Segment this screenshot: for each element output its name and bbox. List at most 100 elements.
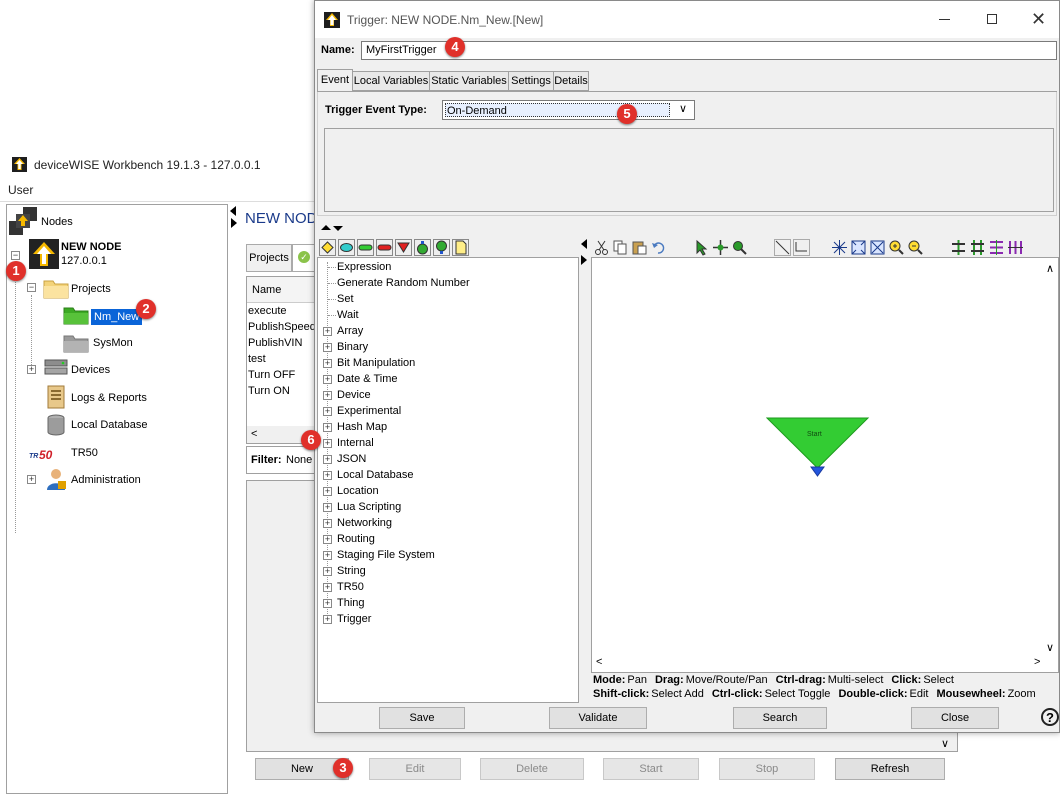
split-down-arrow-icon[interactable] [333,226,343,231]
tab-static-variables[interactable]: Static Variables [429,71,509,91]
cut-icon[interactable] [593,239,610,256]
palette-collapse-left-icon[interactable] [581,239,587,249]
align-h-icon[interactable] [950,239,967,256]
tree-item-local-db[interactable]: Local Database [71,419,147,431]
zoom-icon[interactable] [731,239,748,256]
diamond-shape-icon[interactable] [319,239,336,256]
palette-item[interactable]: + Thing [318,595,568,611]
pointer-icon[interactable] [693,239,710,256]
expand-icon[interactable]: + [323,535,332,544]
expand-icon[interactable]: + [323,359,332,368]
tree-item-sysmon[interactable]: SysMon [93,337,133,349]
list-item[interactable]: PublishSpeed [247,319,316,335]
tree-item-tr50[interactable]: TR50 [71,447,98,459]
pan-icon[interactable] [712,239,729,256]
trigger-canvas[interactable]: Start ∧ ∨ < > [591,257,1059,673]
expand-icon[interactable]: + [323,375,332,384]
refresh-button[interactable]: Refresh [835,758,945,780]
tree-item-logs[interactable]: Logs & Reports [71,392,147,404]
collapse-node-icon[interactable]: − [11,251,20,260]
expand-icon[interactable]: + [323,615,332,624]
expand-devices-icon[interactable]: + [27,365,36,374]
validate-button[interactable]: Validate [549,707,647,729]
scroll-up-icon[interactable]: ∧ [1046,262,1054,275]
expand-icon[interactable]: + [323,343,332,352]
fit-icon[interactable] [850,239,867,256]
distribute-icon[interactable] [988,239,1005,256]
palette-item[interactable]: + Lua Scripting [318,499,568,515]
palette-item[interactable]: Wait [318,307,568,323]
collapse-projects-icon[interactable]: − [27,283,36,292]
tab-local-variables[interactable]: Local Variables [352,71,430,91]
ellipse-shape-icon[interactable] [338,239,355,256]
line-icon[interactable] [774,239,791,256]
red-triangle-icon[interactable] [395,239,412,256]
copy-icon[interactable] [612,239,629,256]
minimize-icon[interactable] [939,19,950,20]
list-item[interactable]: Turn ON [247,383,315,399]
elbow-line-icon[interactable] [793,239,810,256]
align-grid-icon[interactable] [969,239,986,256]
scroll-left-icon[interactable]: < [596,656,602,668]
palette-item[interactable]: + Trigger [318,611,568,627]
scroll-down-icon[interactable]: ∨ [1046,641,1054,654]
tree-root-label[interactable]: Nodes [41,216,73,228]
close-icon[interactable]: ✕ [1031,9,1046,29]
expand-icon[interactable]: + [323,455,332,464]
palette-item[interactable]: + Routing [318,531,568,547]
menu-user[interactable]: User [8,183,33,197]
palette-item[interactable]: Set [318,291,568,307]
tree-item-devices[interactable]: Devices [71,364,110,376]
palette-item[interactable]: + Internal [318,435,568,451]
scroll-right-icon[interactable]: > [1034,656,1040,668]
expand-icon[interactable]: + [323,487,332,496]
scroll-left-arrow-icon[interactable]: < [251,428,257,440]
palette-item[interactable]: + Binary [318,339,568,355]
stop-button[interactable]: Stop [719,758,815,780]
tree-item-projects[interactable]: Projects [71,283,111,295]
zoom-out-icon[interactable] [907,239,924,256]
green-node-icon[interactable] [414,239,431,256]
zoom-in-icon[interactable] [888,239,905,256]
splitter-left-arrow-icon[interactable] [230,206,236,216]
palette-item[interactable]: Generate Random Number [318,275,568,291]
palette-item[interactable]: + Networking [318,515,568,531]
name-input[interactable]: MyFirstTrigger [361,41,1057,60]
node-name[interactable]: NEW NODE [61,241,122,253]
palette-expand-right-icon[interactable] [581,255,587,265]
tab-details[interactable]: Details [553,71,589,91]
event-type-select[interactable]: On-Demand ∨ [442,100,695,120]
expand-icon[interactable]: + [323,551,332,560]
expand-icon[interactable]: + [323,423,332,432]
paste-icon[interactable] [631,239,648,256]
palette-item[interactable]: + Date & Time [318,371,568,387]
palette-item[interactable]: + Location [318,483,568,499]
palette-item[interactable]: + Staging File System [318,547,568,563]
save-button[interactable]: Save [379,707,465,729]
shrink-icon[interactable] [869,239,886,256]
palette-item[interactable]: + Local Database [318,467,568,483]
expand-admin-icon[interactable]: + [27,475,36,484]
expand-icon[interactable]: + [323,503,332,512]
palette-item[interactable]: + Hash Map [318,419,568,435]
red-pill-icon[interactable] [376,239,393,256]
chevron-down-icon[interactable]: ∨ [941,737,949,750]
tree-item-administration[interactable]: Administration [71,474,141,486]
list-item[interactable]: PublishVIN [247,335,315,351]
expand-icon[interactable]: + [323,327,332,336]
search-button[interactable]: Search [733,707,827,729]
green-pill-icon[interactable] [357,239,374,256]
undo-icon[interactable] [650,239,667,256]
list-item[interactable]: test [247,351,315,367]
splitter-right-arrow-icon[interactable] [231,218,237,228]
list-item[interactable]: Turn OFF [247,367,315,383]
distribute-v-icon[interactable] [1007,239,1024,256]
expand-icon[interactable]: + [323,583,332,592]
edit-button[interactable]: Edit [369,758,461,780]
help-icon[interactable]: ? [1041,708,1059,726]
chevron-down-icon[interactable]: ∨ [679,102,687,115]
list-item[interactable]: execute [247,303,315,319]
palette-item[interactable]: + Experimental [318,403,568,419]
start-node[interactable] [766,416,870,478]
expand-icon[interactable]: + [323,407,332,416]
